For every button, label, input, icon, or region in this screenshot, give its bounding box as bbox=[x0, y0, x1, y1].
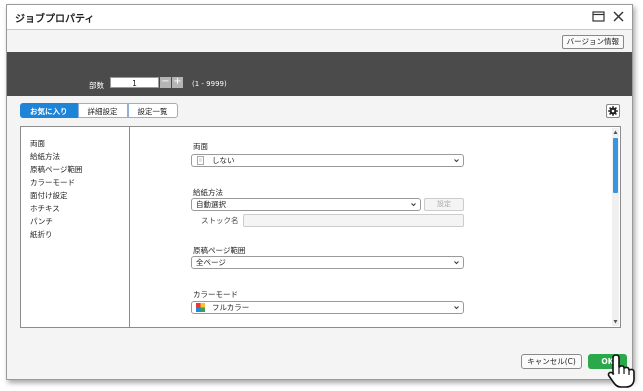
full-color-icon bbox=[196, 303, 205, 312]
job-properties-window: ジョブプロパティ バージョン情報 部数 1 − + (1 - 9999) お気に… bbox=[6, 4, 633, 380]
sidebar-item-page-range[interactable]: 原稿ページ範囲 bbox=[30, 164, 82, 175]
sidebar-item-duplex[interactable]: 両面 bbox=[30, 138, 45, 149]
page-range-select[interactable]: 全ページ bbox=[191, 256, 464, 269]
stock-name-label: ストック名 bbox=[201, 216, 239, 225]
sidebar-item-paper-source[interactable]: 給紙方法 bbox=[30, 151, 60, 162]
sidebar-item-color-mode[interactable]: カラーモード bbox=[30, 177, 75, 188]
sidebar-item-punch[interactable]: パンチ bbox=[30, 216, 53, 227]
chevron-down-icon bbox=[454, 261, 459, 265]
close-icon[interactable] bbox=[611, 9, 626, 24]
chevron-down-icon bbox=[411, 203, 416, 207]
version-info-button[interactable]: バージョン情報 bbox=[561, 35, 624, 49]
tab-detailed-settings[interactable]: 詳細設定 bbox=[77, 103, 128, 118]
chevron-down-icon bbox=[454, 159, 459, 163]
copies-decrement-button[interactable]: − bbox=[160, 77, 171, 88]
header-strip: バージョン情報 bbox=[7, 30, 632, 52]
duplex-icon bbox=[197, 156, 204, 165]
tab-bar: お気に入り 詳細設定 設定一覧 bbox=[20, 103, 178, 118]
duplex-value: しない bbox=[212, 156, 235, 165]
tab-settings-list[interactable]: 設定一覧 bbox=[127, 103, 178, 118]
maximize-icon[interactable] bbox=[591, 9, 606, 24]
paper-source-select[interactable]: 自動選択 bbox=[191, 198, 421, 211]
copies-increment-button[interactable]: + bbox=[172, 77, 183, 88]
copies-label: 部数 bbox=[89, 81, 104, 90]
duplex-select[interactable]: しない bbox=[191, 154, 464, 167]
sidebar-item-staple[interactable]: ホチキス bbox=[30, 203, 60, 214]
color-mode-value: フルカラー bbox=[212, 303, 250, 312]
page-range-value: 全ページ bbox=[196, 258, 226, 267]
cancel-button[interactable]: キャンセル(C) bbox=[521, 354, 582, 369]
copies-bar: 部数 1 − + (1 - 9999) bbox=[7, 52, 632, 96]
sidebar-item-fold[interactable]: 紙折り bbox=[30, 229, 53, 240]
duplex-label: 両面 bbox=[193, 142, 208, 151]
scroll-up-icon[interactable] bbox=[613, 130, 618, 135]
copies-input[interactable]: 1 bbox=[110, 77, 159, 88]
copies-range: (1 - 9999) bbox=[192, 80, 227, 88]
gear-icon[interactable] bbox=[606, 104, 620, 118]
page-range-label: 原稿ページ範囲 bbox=[193, 246, 246, 255]
title-bar: ジョブプロパティ bbox=[7, 5, 632, 30]
paper-source-label: 給紙方法 bbox=[193, 188, 223, 197]
stock-name-input[interactable] bbox=[243, 214, 464, 227]
chevron-down-icon bbox=[454, 306, 459, 310]
settings-panel: 両面 給紙方法 原稿ページ範囲 カラーモード 面付け設定 ホチキス パンチ 紙折… bbox=[20, 126, 621, 328]
tab-favorites[interactable]: お気に入り bbox=[20, 103, 78, 118]
color-mode-select[interactable]: フルカラー bbox=[191, 301, 464, 314]
vertical-scrollbar[interactable] bbox=[612, 128, 619, 326]
paper-source-value: 自動選択 bbox=[196, 200, 226, 209]
color-mode-label: カラーモード bbox=[193, 290, 238, 299]
paper-source-setting-button[interactable]: 設定 bbox=[424, 198, 464, 211]
scrollbar-thumb[interactable] bbox=[613, 138, 618, 193]
hand-cursor-icon bbox=[607, 354, 635, 388]
sidebar-item-imposition[interactable]: 面付け設定 bbox=[30, 190, 68, 201]
window-title: ジョブプロパティ bbox=[15, 14, 95, 25]
settings-sidebar: 両面 給紙方法 原稿ページ範囲 カラーモード 面付け設定 ホチキス パンチ 紙折… bbox=[21, 127, 130, 327]
scroll-down-icon[interactable] bbox=[613, 319, 618, 324]
